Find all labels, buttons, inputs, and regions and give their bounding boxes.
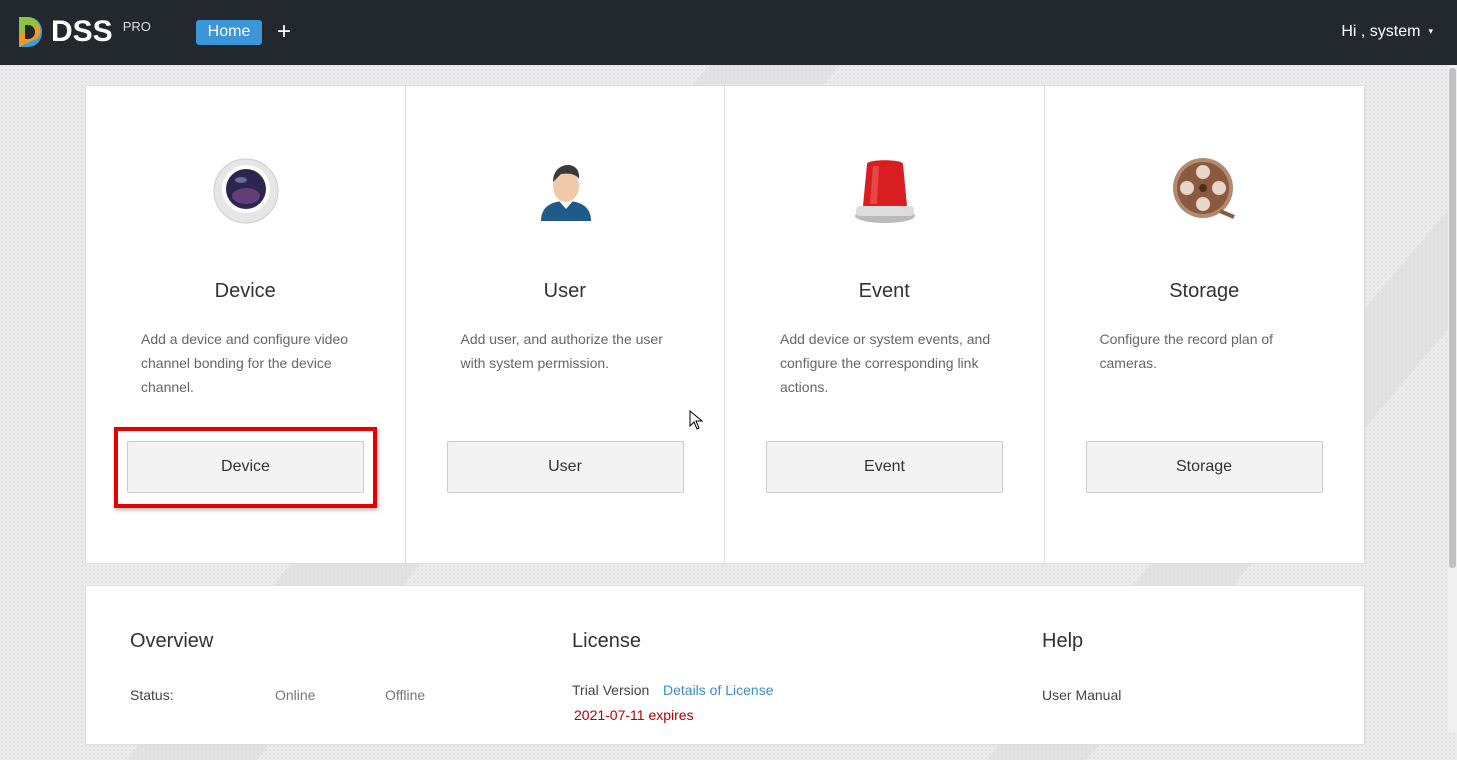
user-menu[interactable]: Hi , system ▾ [1341,23,1433,41]
module-storage: Storage Configure the record plan of cam… [1045,86,1365,563]
status-online: Online [275,687,316,703]
storage-button[interactable]: Storage [1085,441,1323,493]
tab-home[interactable]: Home [196,20,262,45]
film-reel-icon [1172,158,1235,219]
status-offline: Offline [385,687,426,703]
license-expiry: 2021-07-11 expires [574,707,694,723]
help-title: Help [1042,630,1084,652]
scrollbar-thumb[interactable] [1449,68,1456,568]
info-panel: Overview Status: Online Offline License … [85,585,1365,745]
modules-panel: Device Add a device and configure video … [85,85,1365,564]
user-button[interactable]: User [446,441,684,493]
camera-icon [213,158,279,224]
mouse-cursor-icon [689,410,703,430]
caret-down-icon: ▾ [1428,26,1433,36]
license-version: Trial Version [572,682,650,698]
top-bar: DSS PRO Home + Hi , system ▾ [0,0,1457,65]
device-button[interactable]: Device [127,441,364,493]
module-device: Device Add a device and configure video … [86,86,406,563]
module-user: User Add user, and authorize the user wi… [406,86,725,563]
license-title: License [572,630,641,652]
module-event: Event Add device or system events, and c… [725,86,1045,563]
license-details-link[interactable]: Details of License [663,682,774,698]
overview-title: Overview [130,630,214,652]
dss-logo-icon [19,17,42,47]
add-tab-button[interactable]: + [277,17,291,47]
event-button[interactable]: Event [766,441,1003,493]
logo: DSS PRO [17,15,151,49]
user-icon [540,165,591,221]
alarm-light-icon [855,160,915,223]
user-manual-link[interactable]: User Manual [1042,687,1121,703]
status-label: Status: [130,687,174,703]
